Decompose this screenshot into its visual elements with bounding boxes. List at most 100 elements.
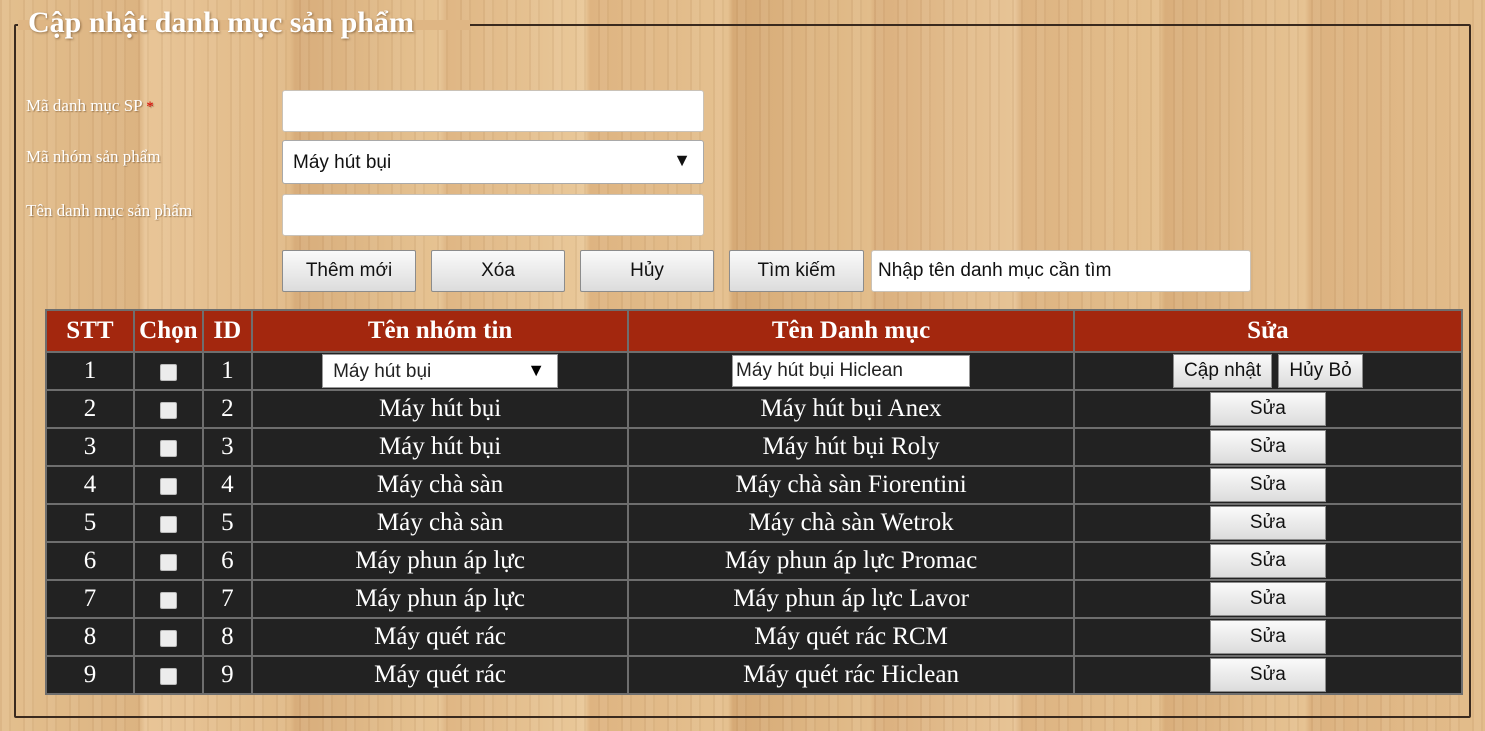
table-row: 8 8 Máy quét rác Máy quét rác RCM Sửa (45, 617, 1464, 657)
cell-chon (132, 655, 204, 695)
row-checkbox[interactable] (159, 515, 177, 533)
cell-nhom-edit: Máy hút bụi ▼ (250, 351, 630, 391)
ma-nhom-selected-value: Máy hút bụi (293, 152, 392, 173)
dropdown-arrow-icon: ▼ (527, 360, 546, 380)
search-input[interactable] (871, 250, 1251, 292)
table-row: 2 2 Máy hút bụi Máy hút bụi Anex Sửa (45, 389, 1464, 429)
table-row-editing: 1 1 Máy hút bụi ▼ Cập nhật Hủy Bỏ (45, 351, 1464, 391)
sua-button[interactable]: Sửa (1209, 468, 1326, 502)
cell-chon (132, 617, 204, 657)
header-ten-nhom-tin: Tên nhóm tin (250, 309, 630, 353)
page-title: Cập nhật danh mục sản phẩm (28, 6, 414, 39)
cell-chon (132, 503, 204, 543)
header-sua: Sửa (1072, 309, 1464, 353)
cell-id: 5 (201, 503, 253, 543)
table-header-row: STT Chọn ID Tên nhóm tin Tên Danh mục Sử… (45, 309, 1464, 353)
them-moi-button[interactable]: Thêm mới (282, 250, 416, 292)
cell-id: 7 (201, 579, 253, 619)
ma-danh-muc-label-text: Mã danh mục SP (26, 96, 143, 115)
cell-danh-muc-edit (627, 351, 1075, 391)
cell-ten-danh-muc: Máy quét rác Hiclean (627, 655, 1075, 695)
cell-ten-danh-muc: Máy quét rác RCM (627, 617, 1075, 657)
sua-button[interactable]: Sửa (1209, 506, 1326, 540)
cell-stt: 4 (45, 465, 135, 505)
cell-id: 4 (201, 465, 253, 505)
cell-chon (132, 579, 204, 619)
cell-ten-danh-muc: Máy phun áp lực Lavor (627, 579, 1075, 619)
row-checkbox[interactable] (159, 439, 177, 457)
row-checkbox[interactable] (159, 629, 177, 647)
cell-ten-nhom: Máy hút bụi (250, 389, 630, 429)
ma-danh-muc-input[interactable] (282, 90, 704, 132)
cell-chon (132, 427, 204, 467)
cell-id: 8 (201, 617, 253, 657)
header-stt: STT (45, 309, 135, 353)
cell-chon (132, 465, 204, 505)
cell-ten-nhom: Máy quét rác (250, 617, 630, 657)
ten-danh-muc-label: Tên danh mục sản phẩm (26, 201, 193, 220)
huy-bo-button[interactable]: Hủy Bỏ (1278, 354, 1363, 388)
row-checkbox[interactable] (159, 667, 177, 685)
sua-button[interactable]: Sửa (1209, 392, 1326, 426)
cell-chon (132, 389, 204, 429)
row-nhom-select[interactable]: Máy hút bụi ▼ (322, 354, 559, 388)
cell-ten-danh-muc: Máy phun áp lực Promac (627, 541, 1075, 581)
cell-id: 6 (201, 541, 253, 581)
header-chon: Chọn (132, 309, 204, 353)
table-row: 6 6 Máy phun áp lực Máy phun áp lực Promac S… (45, 541, 1464, 581)
sua-button[interactable]: Sửa (1209, 620, 1326, 654)
row-checkbox[interactable] (159, 591, 177, 609)
cell-stt: 2 (45, 389, 135, 429)
sua-button[interactable]: Sửa (1209, 582, 1326, 616)
cell-ten-danh-muc: Máy chà sàn Wetrok (627, 503, 1075, 543)
header-ten-danh-muc: Tên Danh mục (627, 309, 1075, 353)
cell-sua: Sửa (1072, 465, 1464, 505)
row-checkbox[interactable] (159, 401, 177, 419)
tim-kiem-button[interactable]: Tìm kiếm (729, 250, 864, 292)
xoa-button[interactable]: Xóa (431, 250, 565, 292)
cell-stt: 6 (45, 541, 135, 581)
cell-sua: Sửa (1072, 617, 1464, 657)
row-checkbox[interactable] (159, 363, 177, 381)
cell-id: 1 (201, 351, 253, 391)
cell-stt: 1 (45, 351, 135, 391)
ma-nhom-label: Mã nhóm sản phẩm (26, 147, 161, 166)
sua-button[interactable]: Sửa (1209, 544, 1326, 578)
cell-ten-nhom: Máy quét rác (250, 655, 630, 695)
cell-ten-nhom: Máy chà sàn (250, 503, 630, 543)
cell-ten-nhom: Máy phun áp lực (250, 541, 630, 581)
sua-button[interactable]: Sửa (1209, 658, 1326, 692)
cell-ten-nhom: Máy phun áp lực (250, 579, 630, 619)
cell-ten-nhom: Máy chà sàn (250, 465, 630, 505)
cell-id: 3 (201, 427, 253, 467)
ma-nhom-select[interactable]: Máy hút bụi ▼ (282, 140, 704, 184)
cell-stt: 7 (45, 579, 135, 619)
header-id: ID (201, 309, 253, 353)
required-mark: * (146, 99, 154, 115)
table-row: 7 7 Máy phun áp lực Máy phun áp lực Lavor Sử… (45, 579, 1464, 619)
ten-danh-muc-input[interactable] (282, 194, 704, 236)
cell-chon (132, 351, 204, 391)
cell-sua: Sửa (1072, 389, 1464, 429)
cap-nhat-button[interactable]: Cập nhật (1173, 354, 1273, 388)
cell-stt: 9 (45, 655, 135, 695)
row-checkbox[interactable] (159, 477, 177, 495)
cell-sua: Sửa (1072, 541, 1464, 581)
cell-sua: Sửa (1072, 427, 1464, 467)
cell-chon (132, 541, 204, 581)
cell-ten-danh-muc: Máy hút bụi Anex (627, 389, 1075, 429)
cell-actions: Cập nhật Hủy Bỏ (1072, 351, 1464, 391)
sua-button[interactable]: Sửa (1209, 430, 1326, 464)
table-row: 9 9 Máy quét rác Máy quét rác Hiclean Sửa (45, 655, 1464, 695)
huy-button[interactable]: Hủy (580, 250, 714, 292)
cell-ten-nhom: Máy hút bụi (250, 427, 630, 467)
row-checkbox[interactable] (159, 553, 177, 571)
category-table: STT Chọn ID Tên nhóm tin Tên Danh mục Sử… (45, 309, 1464, 695)
table-row: 3 3 Máy hút bụi Máy hút bụi Roly Sửa (45, 427, 1464, 467)
cell-sua: Sửa (1072, 503, 1464, 543)
cell-ten-danh-muc: Máy chà sàn Fiorentini (627, 465, 1075, 505)
cell-stt: 8 (45, 617, 135, 657)
cell-stt: 3 (45, 427, 135, 467)
row-danh-muc-input[interactable] (732, 355, 971, 387)
cell-id: 2 (201, 389, 253, 429)
